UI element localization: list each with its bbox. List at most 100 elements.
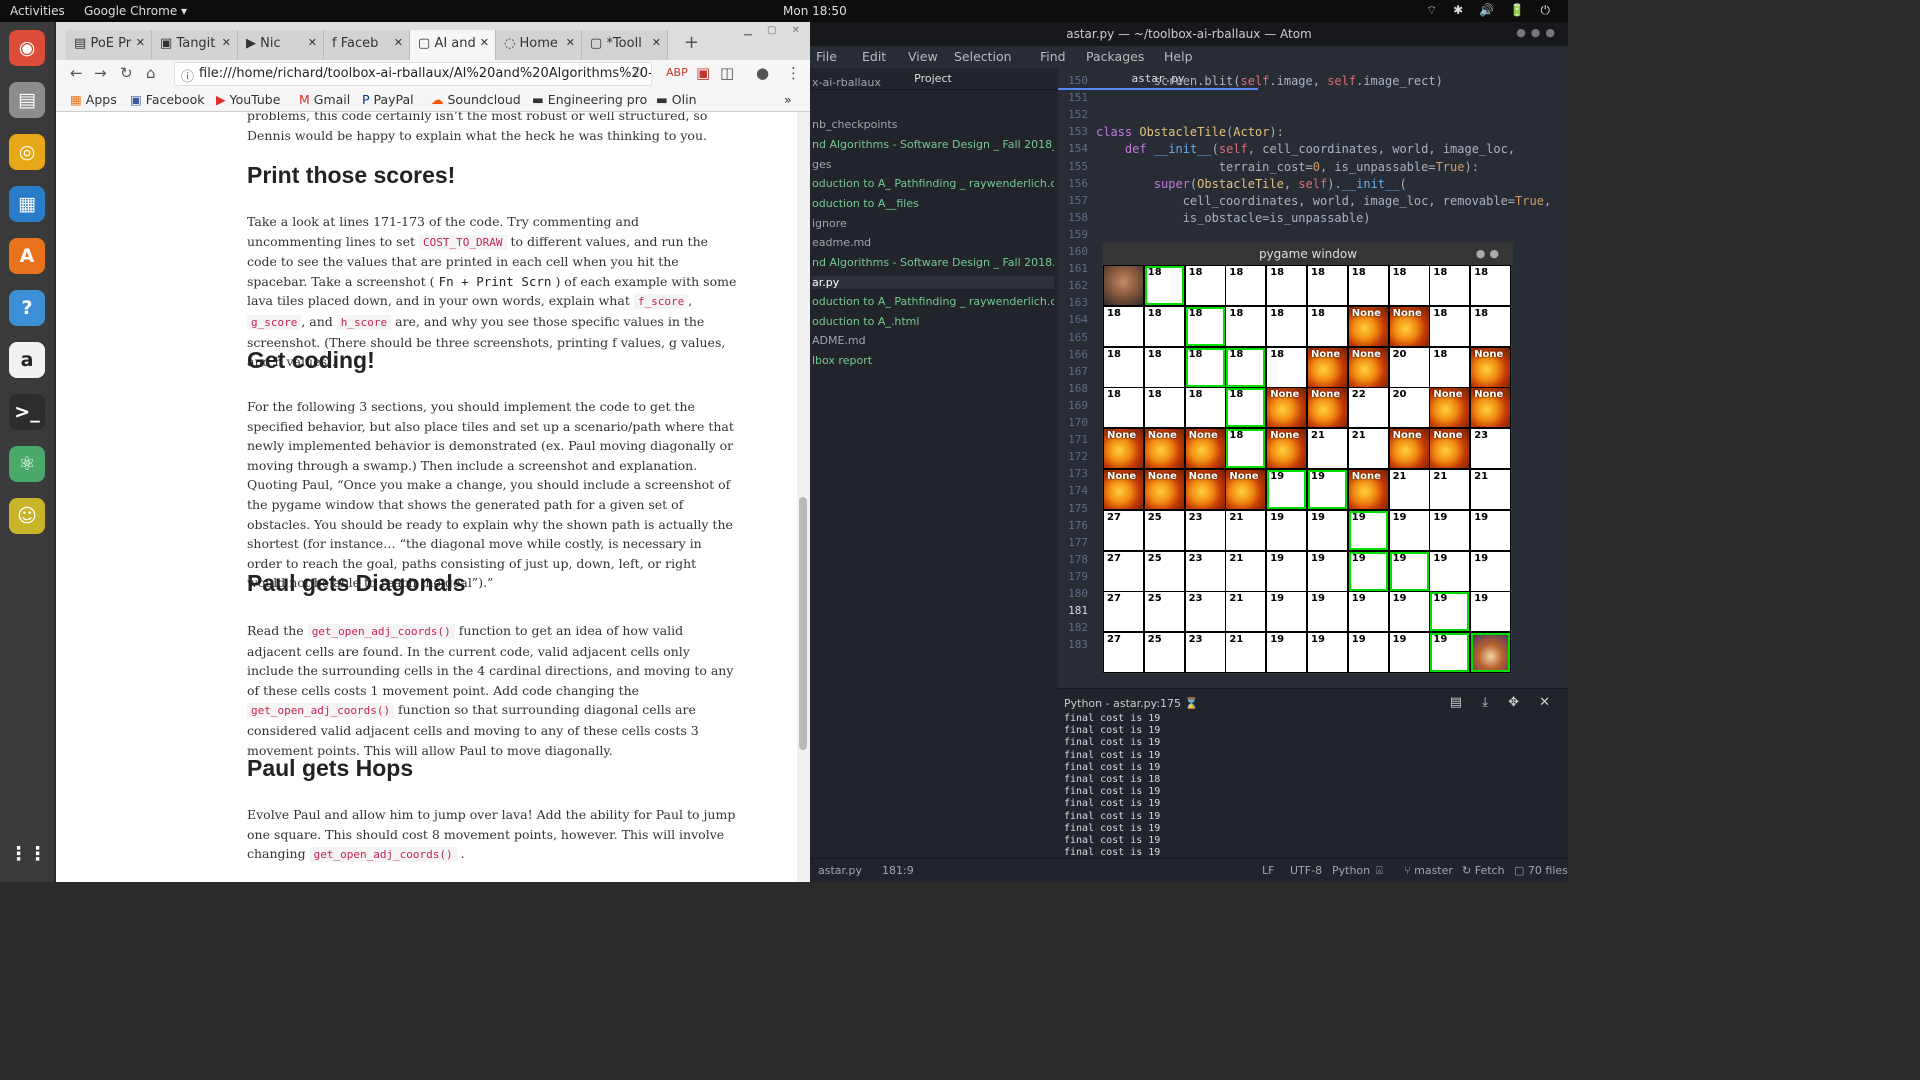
bookmark-youtube[interactable]: ▶ YouTube [216, 92, 280, 107]
grid-cell[interactable]: 25 [1144, 633, 1184, 673]
lava-cell[interactable]: None [1144, 470, 1184, 509]
grid-cell[interactable]: 18 [1226, 306, 1266, 346]
tree-item[interactable]: ignore [812, 217, 1054, 230]
grid-cell[interactable]: 25 [1144, 551, 1184, 591]
grid-cell[interactable]: 18 [1471, 266, 1511, 305]
grid-cell[interactable]: 19 [1267, 633, 1307, 673]
lava-cell[interactable]: None [1185, 429, 1225, 469]
grid-cell[interactable]: 19 [1430, 551, 1470, 591]
grid-cell[interactable]: 18 [1144, 388, 1184, 428]
lava-cell[interactable]: None [1104, 429, 1143, 469]
menu-icon[interactable]: ⋮ [786, 64, 801, 82]
bookmarks-overflow[interactable]: » [784, 92, 792, 107]
activities-button[interactable]: Activities [10, 4, 65, 18]
lava-cell[interactable]: None [1471, 388, 1511, 428]
grid-cell[interactable]: 19 [1430, 592, 1470, 632]
forward-icon[interactable]: → [94, 64, 107, 82]
grid-cell[interactable]: 18 [1430, 347, 1470, 387]
grid-cell[interactable]: 27 [1104, 551, 1143, 591]
menu-help[interactable]: Help [1164, 49, 1193, 64]
writer-icon[interactable]: ▦ [9, 186, 45, 222]
grid-cell[interactable]: 21 [1348, 429, 1388, 469]
grid-cell[interactable]: 18 [1144, 347, 1184, 387]
grid-cell[interactable]: 21 [1226, 592, 1266, 632]
grid-cell[interactable]: 23 [1185, 633, 1225, 673]
grid-cell[interactable]: 18 [1226, 347, 1266, 387]
close-tab-icon[interactable]: ✕ [308, 36, 317, 49]
grid-cell[interactable]: 25 [1144, 592, 1184, 632]
grid-cell[interactable]: 18 [1226, 266, 1266, 305]
home-icon[interactable]: ⌂ [146, 64, 156, 82]
close-tab-icon[interactable]: ✕ [566, 36, 575, 49]
grid-cell[interactable]: 21 [1430, 470, 1470, 509]
lava-cell[interactable]: None [1389, 429, 1429, 469]
grid-cell[interactable]: 18 [1144, 306, 1184, 346]
grid-cell[interactable]: 19 [1389, 510, 1429, 550]
address-bar[interactable]: ⓘ file:///home/richard/toolbox-ai-rballa… [174, 62, 652, 86]
grid-cell[interactable]: 18 [1267, 347, 1307, 387]
lava-cell[interactable]: None [1226, 470, 1266, 509]
grid-cell[interactable]: 18 [1226, 388, 1266, 428]
tree-item[interactable]: oduction to A_ Pathfinding _ raywenderli… [812, 295, 1054, 308]
bookmark-facebook[interactable]: ▣ Facebook [130, 92, 205, 107]
bookmark-paypal[interactable]: P PayPal [362, 92, 414, 107]
grid-cell[interactable]: 21 [1226, 510, 1266, 550]
tree-item[interactable]: oduction to A_ Pathfinding _ raywenderli… [812, 177, 1054, 190]
grid-cell[interactable]: 18 [1430, 266, 1470, 305]
lava-cell[interactable]: None [1348, 306, 1388, 346]
grid-cell[interactable]: 19 [1308, 592, 1347, 632]
accessibility-icon[interactable]: ⍓ [1376, 864, 1383, 878]
grid-cell[interactable]: 21 [1226, 633, 1266, 673]
grid-cell[interactable]: 21 [1226, 551, 1266, 591]
status-encoding[interactable]: UTF-8 [1290, 864, 1322, 877]
status-fetch[interactable]: ↻ Fetch [1462, 864, 1505, 877]
grid-cell[interactable]: 18 [1308, 306, 1347, 346]
pathfinding-grid[interactable]: 18 18 18 18 18 18 18 18 18 18 18 18 18 18 18 None None 18… [1104, 266, 1512, 674]
grid-cell[interactable]: 18 [1471, 306, 1511, 346]
tree-item[interactable]: lbox report [812, 354, 1054, 367]
grid-cell[interactable]: 19 [1267, 510, 1307, 550]
grid-cell[interactable]: 20 [1389, 388, 1429, 428]
grid-cell[interactable]: 19 [1267, 592, 1307, 632]
grid-cell[interactable]: 18 [1185, 388, 1225, 428]
menu-packages[interactable]: Packages [1086, 49, 1144, 64]
files-icon[interactable]: ▤ [9, 82, 45, 118]
grid-cell[interactable]: 19 [1389, 633, 1429, 673]
tree-item[interactable]: nb_checkpoints [812, 118, 1054, 131]
grid-cell[interactable]: 27 [1104, 633, 1143, 673]
terminal-icon[interactable]: >_ [9, 394, 45, 430]
grid-cell[interactable]: 19 [1389, 551, 1429, 591]
grid-cell[interactable]: 27 [1104, 592, 1143, 632]
grid-cell[interactable]: 19 [1348, 592, 1388, 632]
tree-item[interactable]: x-ai-rballaux [812, 76, 1054, 89]
browser-tab[interactable]: ▶ Nic ✕ [238, 30, 324, 60]
show-apps-icon[interactable]: ⋮⋮ [9, 836, 47, 872]
grid-cell[interactable]: 19 [1471, 510, 1511, 550]
lava-cell[interactable]: None [1430, 429, 1470, 469]
menu-selection[interactable]: Selection [954, 49, 1012, 64]
grid-cell[interactable]: 18 [1226, 429, 1266, 469]
grid-cell[interactable]: 18 [1430, 306, 1470, 346]
software-center-icon[interactable]: A [9, 238, 45, 274]
grid-cell[interactable]: 25 [1144, 510, 1184, 550]
tree-item[interactable]: oduction to A_.html [812, 315, 1054, 328]
console-toolbar[interactable]: ▤ ⤓ ✥ ✕ [1450, 695, 1558, 710]
lava-cell[interactable]: None [1389, 306, 1429, 346]
bookmark-apps[interactable]: ▦ Apps [70, 92, 117, 107]
grid-cell[interactable]: 18 [1267, 306, 1307, 346]
lava-cell[interactable]: None [1185, 470, 1225, 509]
lava-cell[interactable]: None [1144, 429, 1184, 469]
tree-item[interactable]: eadme.md [812, 236, 1054, 249]
grid-cell[interactable]: 18 [1104, 388, 1143, 428]
menu-view[interactable]: View [908, 49, 938, 64]
grid-cell[interactable]: 19 [1430, 510, 1470, 550]
grid-cell[interactable]: 19 [1348, 551, 1388, 591]
grid-cell[interactable]: 23 [1185, 551, 1225, 591]
bookmark-folder-olin[interactable]: ▬ Olin [656, 92, 697, 107]
grid-cell[interactable]: 22 [1348, 388, 1388, 428]
close-tab-icon[interactable]: ✕ [136, 36, 145, 49]
tree-item[interactable]: ar.py [812, 276, 1054, 289]
help-icon[interactable]: ? [9, 290, 45, 326]
info-icon[interactable]: ⓘ [181, 66, 194, 85]
grid-cell[interactable]: 19 [1308, 470, 1347, 509]
